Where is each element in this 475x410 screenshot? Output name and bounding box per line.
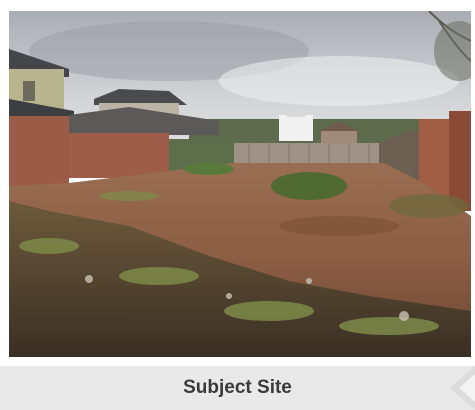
site-photo [9,11,471,357]
slide-frame: Subject Site [0,0,475,410]
corner-arrow-icon [449,366,475,410]
caption-bar: Subject Site [0,366,475,410]
caption-text: Subject Site [183,377,292,398]
